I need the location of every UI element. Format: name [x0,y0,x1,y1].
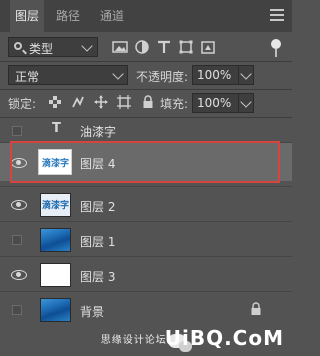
visibility-eye-icon[interactable] [11,270,27,280]
layer-row[interactable]: 滴漆字 图层 2 [0,188,292,221]
layer-row[interactable]: 图层 3 [0,258,292,291]
shape-filter-icon[interactable] [178,39,194,55]
lock-transparent-pixels-icon[interactable] [48,95,62,109]
panel-menu-icon[interactable] [270,9,284,21]
layer-thumbnail [40,263,71,287]
blend-mode-select[interactable]: 正常 [8,65,128,85]
divider [0,89,292,90]
smart-object-filter-icon[interactable] [200,39,216,55]
type-filter-icon[interactable] [156,39,172,55]
divider [0,61,292,62]
tab-paths[interactable]: 路径 [52,0,84,32]
divider [0,186,292,187]
lock-label: 锁定: [8,97,37,111]
visibility-toggle-empty[interactable] [12,235,22,245]
layer-name: 背景 [80,305,105,319]
opacity-label: 不透明度: [136,70,189,84]
panel-tab-bar: 图层 路径 通道 [0,0,292,32]
layer-name: 图层 2 [80,200,116,214]
lock-row: 锁定: 填充: 100% [8,93,284,113]
layer-thumbnail [40,228,71,252]
layer-name: 油漆字 [80,125,117,139]
filter-kind-label: 类型 [29,42,54,56]
filter-toggle-icon[interactable] [271,39,281,57]
lock-artboard-icon[interactable] [117,95,131,109]
chevron-down-icon [112,68,124,80]
fill-label: 填充: [160,97,189,111]
tab-channels[interactable]: 通道 [96,0,128,32]
tab-layers[interactable]: 图层 [10,0,44,32]
layer-thumbnail [40,298,71,322]
visibility-toggle-empty[interactable] [12,126,22,136]
layer-name: 图层 1 [80,235,116,249]
blend-mode-value: 正常 [15,70,40,84]
blend-row: 正常 不透明度: 100% [8,65,284,85]
thumbnail-text: 滴漆字 [42,201,70,211]
chevron-down-icon [240,68,252,80]
divider [0,221,292,222]
lock-all-icon[interactable] [141,95,155,109]
lock-position-icon[interactable] [94,95,108,109]
opacity-value: 100% [197,68,232,82]
layer-name: 图层 3 [80,270,116,284]
lock-image-pixels-icon[interactable] [71,95,85,109]
fill-field[interactable]: 100% [192,93,254,113]
opacity-field[interactable]: 100% [192,65,254,85]
search-icon [14,42,22,50]
layer-thumbnail: 滴漆字 [40,193,71,217]
opacity-dropdown-button[interactable] [238,66,253,84]
fill-dropdown-button[interactable] [238,94,253,112]
layer-row[interactable]: 图层 1 [0,223,292,256]
chevron-down-icon [240,96,252,108]
visibility-toggle-empty[interactable] [12,305,22,315]
layer-row[interactable]: T 油漆字 [0,118,292,142]
lock-icon [251,302,261,315]
divider [0,291,292,292]
watermark-sub: 思缘设计论坛 [100,335,167,346]
layer-filter-row: 类型 [8,37,284,57]
image-filter-icon[interactable] [112,39,128,55]
filter-kind-select[interactable]: 类型 [8,37,98,57]
divider [0,256,292,257]
fill-value: 100% [197,96,232,110]
highlight-box [10,141,280,183]
adjustment-filter-icon[interactable] [134,39,150,55]
watermark: 思缘设计论坛 UiBQ.CoM [101,326,284,350]
visibility-eye-icon[interactable] [11,200,27,210]
layer-row[interactable]: 背景 [0,293,292,326]
chevron-down-icon [81,40,93,52]
watermark-brand: UiBQ.CoM [164,326,284,350]
text-layer-icon: T [52,121,61,136]
